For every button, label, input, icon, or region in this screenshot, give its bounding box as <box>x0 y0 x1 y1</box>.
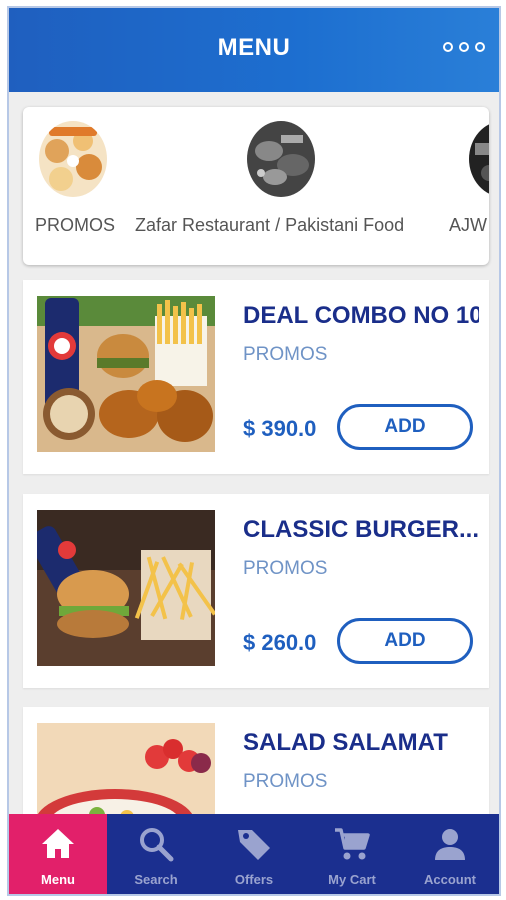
menu-item-card[interactable]: CLASSIC BURGER... PROMOS $ 260.0 ADD <box>23 494 489 688</box>
menu-item-price: $ 260.0 <box>243 630 317 655</box>
promos-category-image <box>39 121 107 197</box>
tag-icon <box>234 824 274 864</box>
add-to-cart-button[interactable]: ADD <box>337 618 473 664</box>
app-frame: MENU PROMOS Zafar Restaurant / Pakistani… <box>7 6 501 896</box>
account-icon <box>430 824 470 864</box>
add-to-cart-button[interactable]: ADD <box>337 404 473 450</box>
category-item-promos[interactable]: PROMOS <box>23 107 133 265</box>
nav-label: Menu <box>41 872 75 887</box>
category-label: Zafar Restaurant / Pakistani Food <box>135 215 405 235</box>
menu-item-category: PROMOS <box>243 771 328 792</box>
home-icon <box>38 824 78 864</box>
ajw-category-image <box>469 121 489 197</box>
category-carousel[interactable]: PROMOS Zafar Restaurant / Pakistani Food <box>23 107 489 265</box>
menu-item-price: $ 390.0 <box>243 416 317 441</box>
nav-item-my-cart[interactable]: My Cart <box>303 814 401 894</box>
category-label: AJW <box>449 215 487 235</box>
more-dots-icon[interactable] <box>443 42 485 52</box>
nav-label: Search <box>134 872 178 887</box>
nav-label: Account <box>424 872 476 887</box>
nav-label: Offers <box>234 872 274 887</box>
page-title: MENU <box>217 34 291 61</box>
nav-label: My Cart <box>328 872 376 887</box>
nav-item-account[interactable]: Account <box>401 814 499 894</box>
category-label: PROMOS <box>35 215 116 235</box>
menu-item-category: PROMOS <box>243 558 328 579</box>
bottom-navigation: Menu Search Offers My Cart Account <box>9 814 499 894</box>
nav-item-search[interactable]: Search <box>107 814 205 894</box>
search-icon <box>136 824 176 864</box>
category-item-zafar-restaurant[interactable]: Zafar Restaurant / Pakistani Food <box>135 107 435 265</box>
deal-combo-food-image <box>37 296 215 452</box>
classic-burger-food-image <box>37 510 215 666</box>
menu-item-card[interactable]: DEAL COMBO NO 10 PROMOS $ 390.0 ADD <box>23 280 489 474</box>
menu-item-category: PROMOS <box>243 344 328 365</box>
nav-item-offers[interactable]: Offers <box>205 814 303 894</box>
menu-item-name: SALAD SALAMAT <box>243 729 448 756</box>
zafar-restaurant-category-image <box>247 121 315 197</box>
menu-item-name: DEAL COMBO NO 10 <box>243 302 479 329</box>
cart-icon <box>332 824 372 864</box>
nav-item-menu[interactable]: Menu <box>9 814 107 894</box>
menu-item-name: CLASSIC BURGER... <box>243 516 479 543</box>
top-app-bar: MENU <box>9 8 499 92</box>
category-item-ajw[interactable]: AJW <box>443 107 489 265</box>
